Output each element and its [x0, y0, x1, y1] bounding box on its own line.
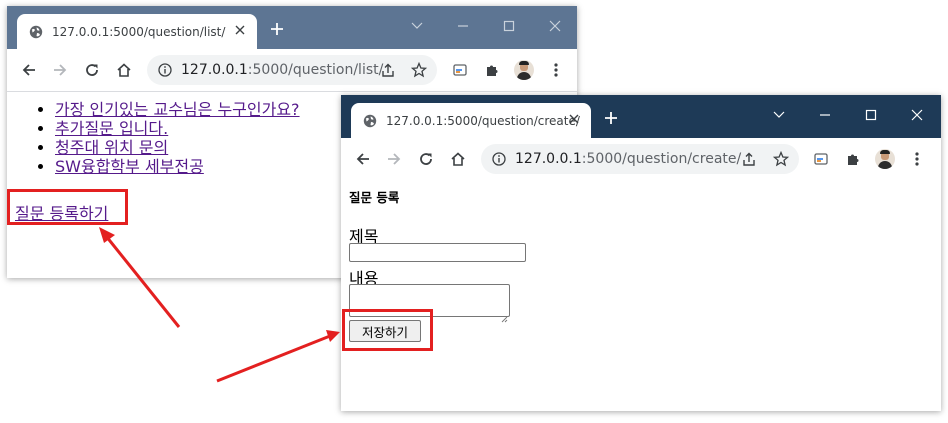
- annotation-arrows: [99, 227, 340, 383]
- arrow-to-save-button: [216, 330, 340, 383]
- arrow-to-register-link: [99, 227, 181, 328]
